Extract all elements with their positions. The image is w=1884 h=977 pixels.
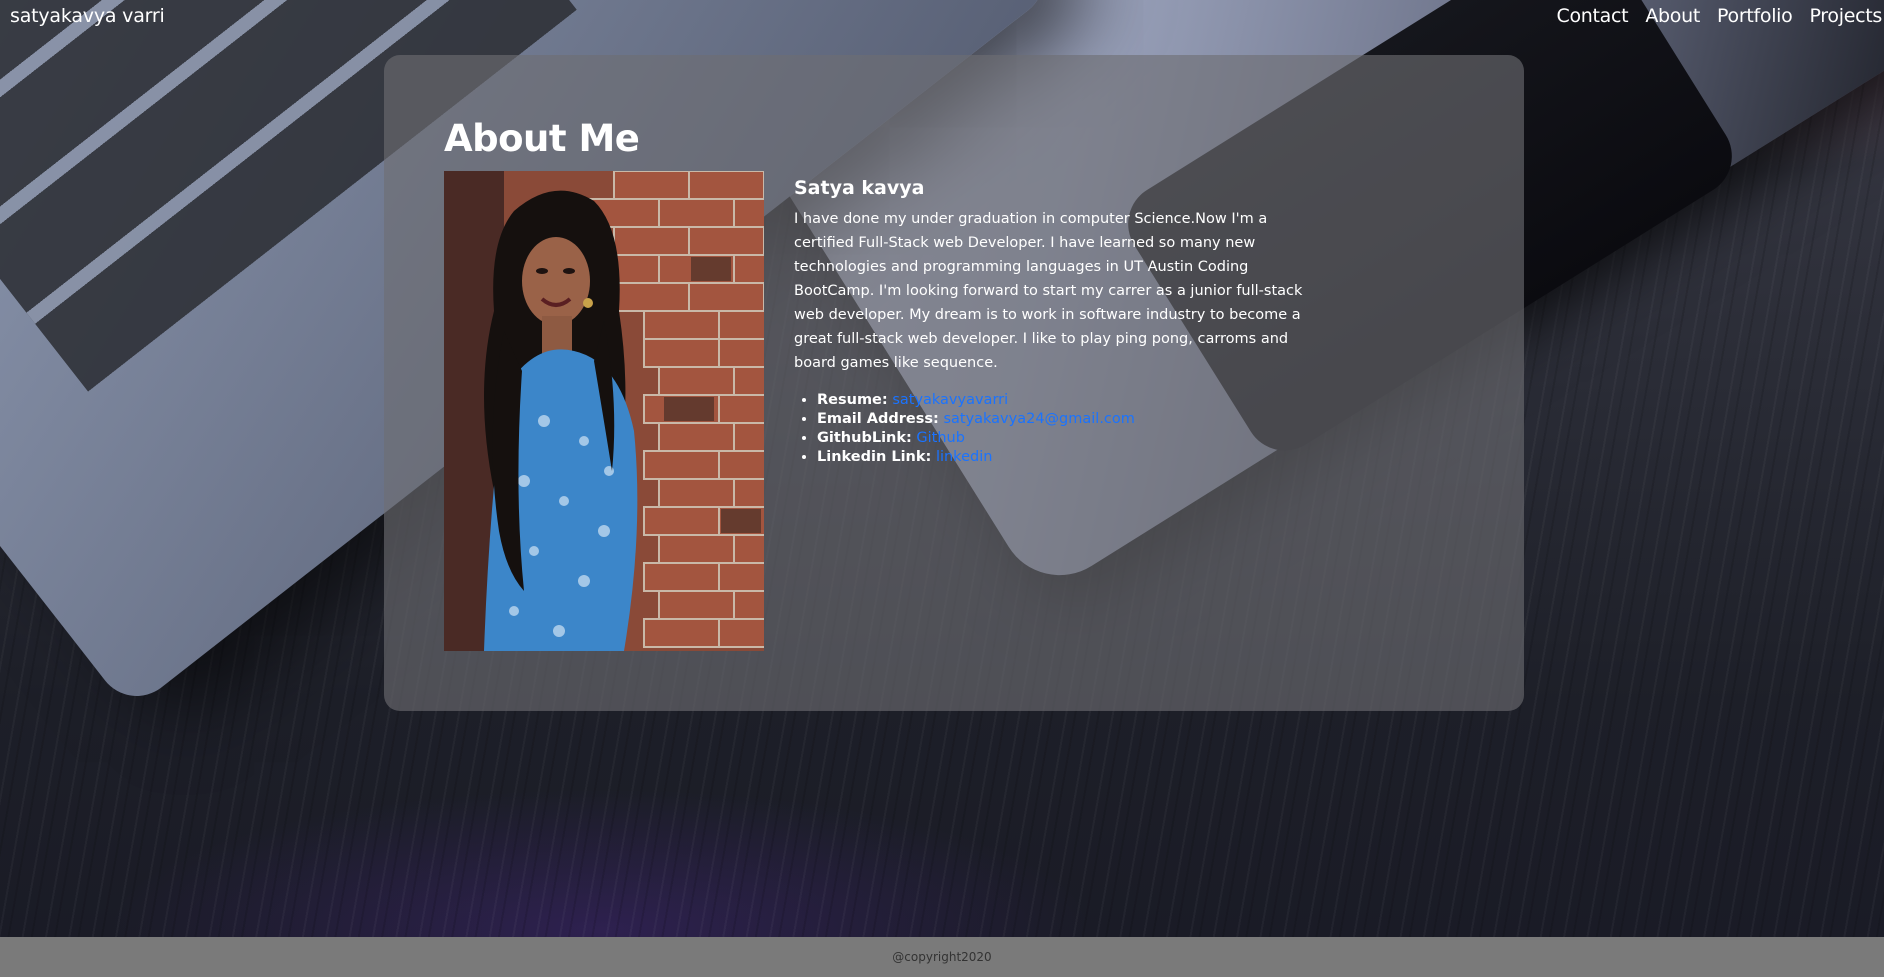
about-card: About Me Satya kavya I have done my unde… bbox=[384, 55, 1524, 711]
linkedin-label: Linkedin Link: bbox=[817, 449, 932, 465]
bio-text: I have done my under graduation in compu… bbox=[794, 211, 1303, 371]
resume-label: Resume: bbox=[817, 392, 888, 408]
brand-link[interactable]: satyakavya varri bbox=[10, 5, 165, 27]
nav-link-projects[interactable]: Projects bbox=[1809, 5, 1882, 27]
github-link[interactable]: Github bbox=[916, 430, 965, 446]
list-item: Resume: satyakavyavarri bbox=[817, 391, 1304, 410]
contact-links-list: Resume: satyakavyavarri Email Address: s… bbox=[794, 391, 1304, 467]
nav-link-portfolio[interactable]: Portfolio bbox=[1717, 5, 1793, 27]
resume-link[interactable]: satyakavyavarri bbox=[892, 392, 1008, 408]
email-link[interactable]: satyakavya24@gmail.com bbox=[943, 411, 1134, 427]
profile-name: Satya kavya bbox=[794, 177, 925, 199]
github-label: GithubLink: bbox=[817, 430, 912, 446]
list-item: GithubLink: Github bbox=[817, 429, 1304, 448]
footer: @copyright2020 bbox=[0, 937, 1884, 977]
nav-links: Contact About Portfolio Projects bbox=[1557, 5, 1883, 27]
page-title: About Me bbox=[444, 117, 640, 160]
nav-link-contact[interactable]: Contact bbox=[1557, 5, 1629, 27]
profile-photo bbox=[444, 171, 764, 651]
profile-info: Satya kavya I have done my under graduat… bbox=[794, 171, 1304, 467]
email-label: Email Address: bbox=[817, 411, 939, 427]
list-item: Linkedin Link: linkedin bbox=[817, 448, 1304, 467]
nav-link-about[interactable]: About bbox=[1645, 5, 1700, 27]
navbar: satyakavya varri Contact About Portfolio… bbox=[0, 0, 1884, 40]
list-item: Email Address: satyakavya24@gmail.com bbox=[817, 410, 1304, 429]
linkedin-link[interactable]: linkedin bbox=[936, 449, 992, 465]
copyright-text: @copyright2020 bbox=[892, 950, 992, 964]
